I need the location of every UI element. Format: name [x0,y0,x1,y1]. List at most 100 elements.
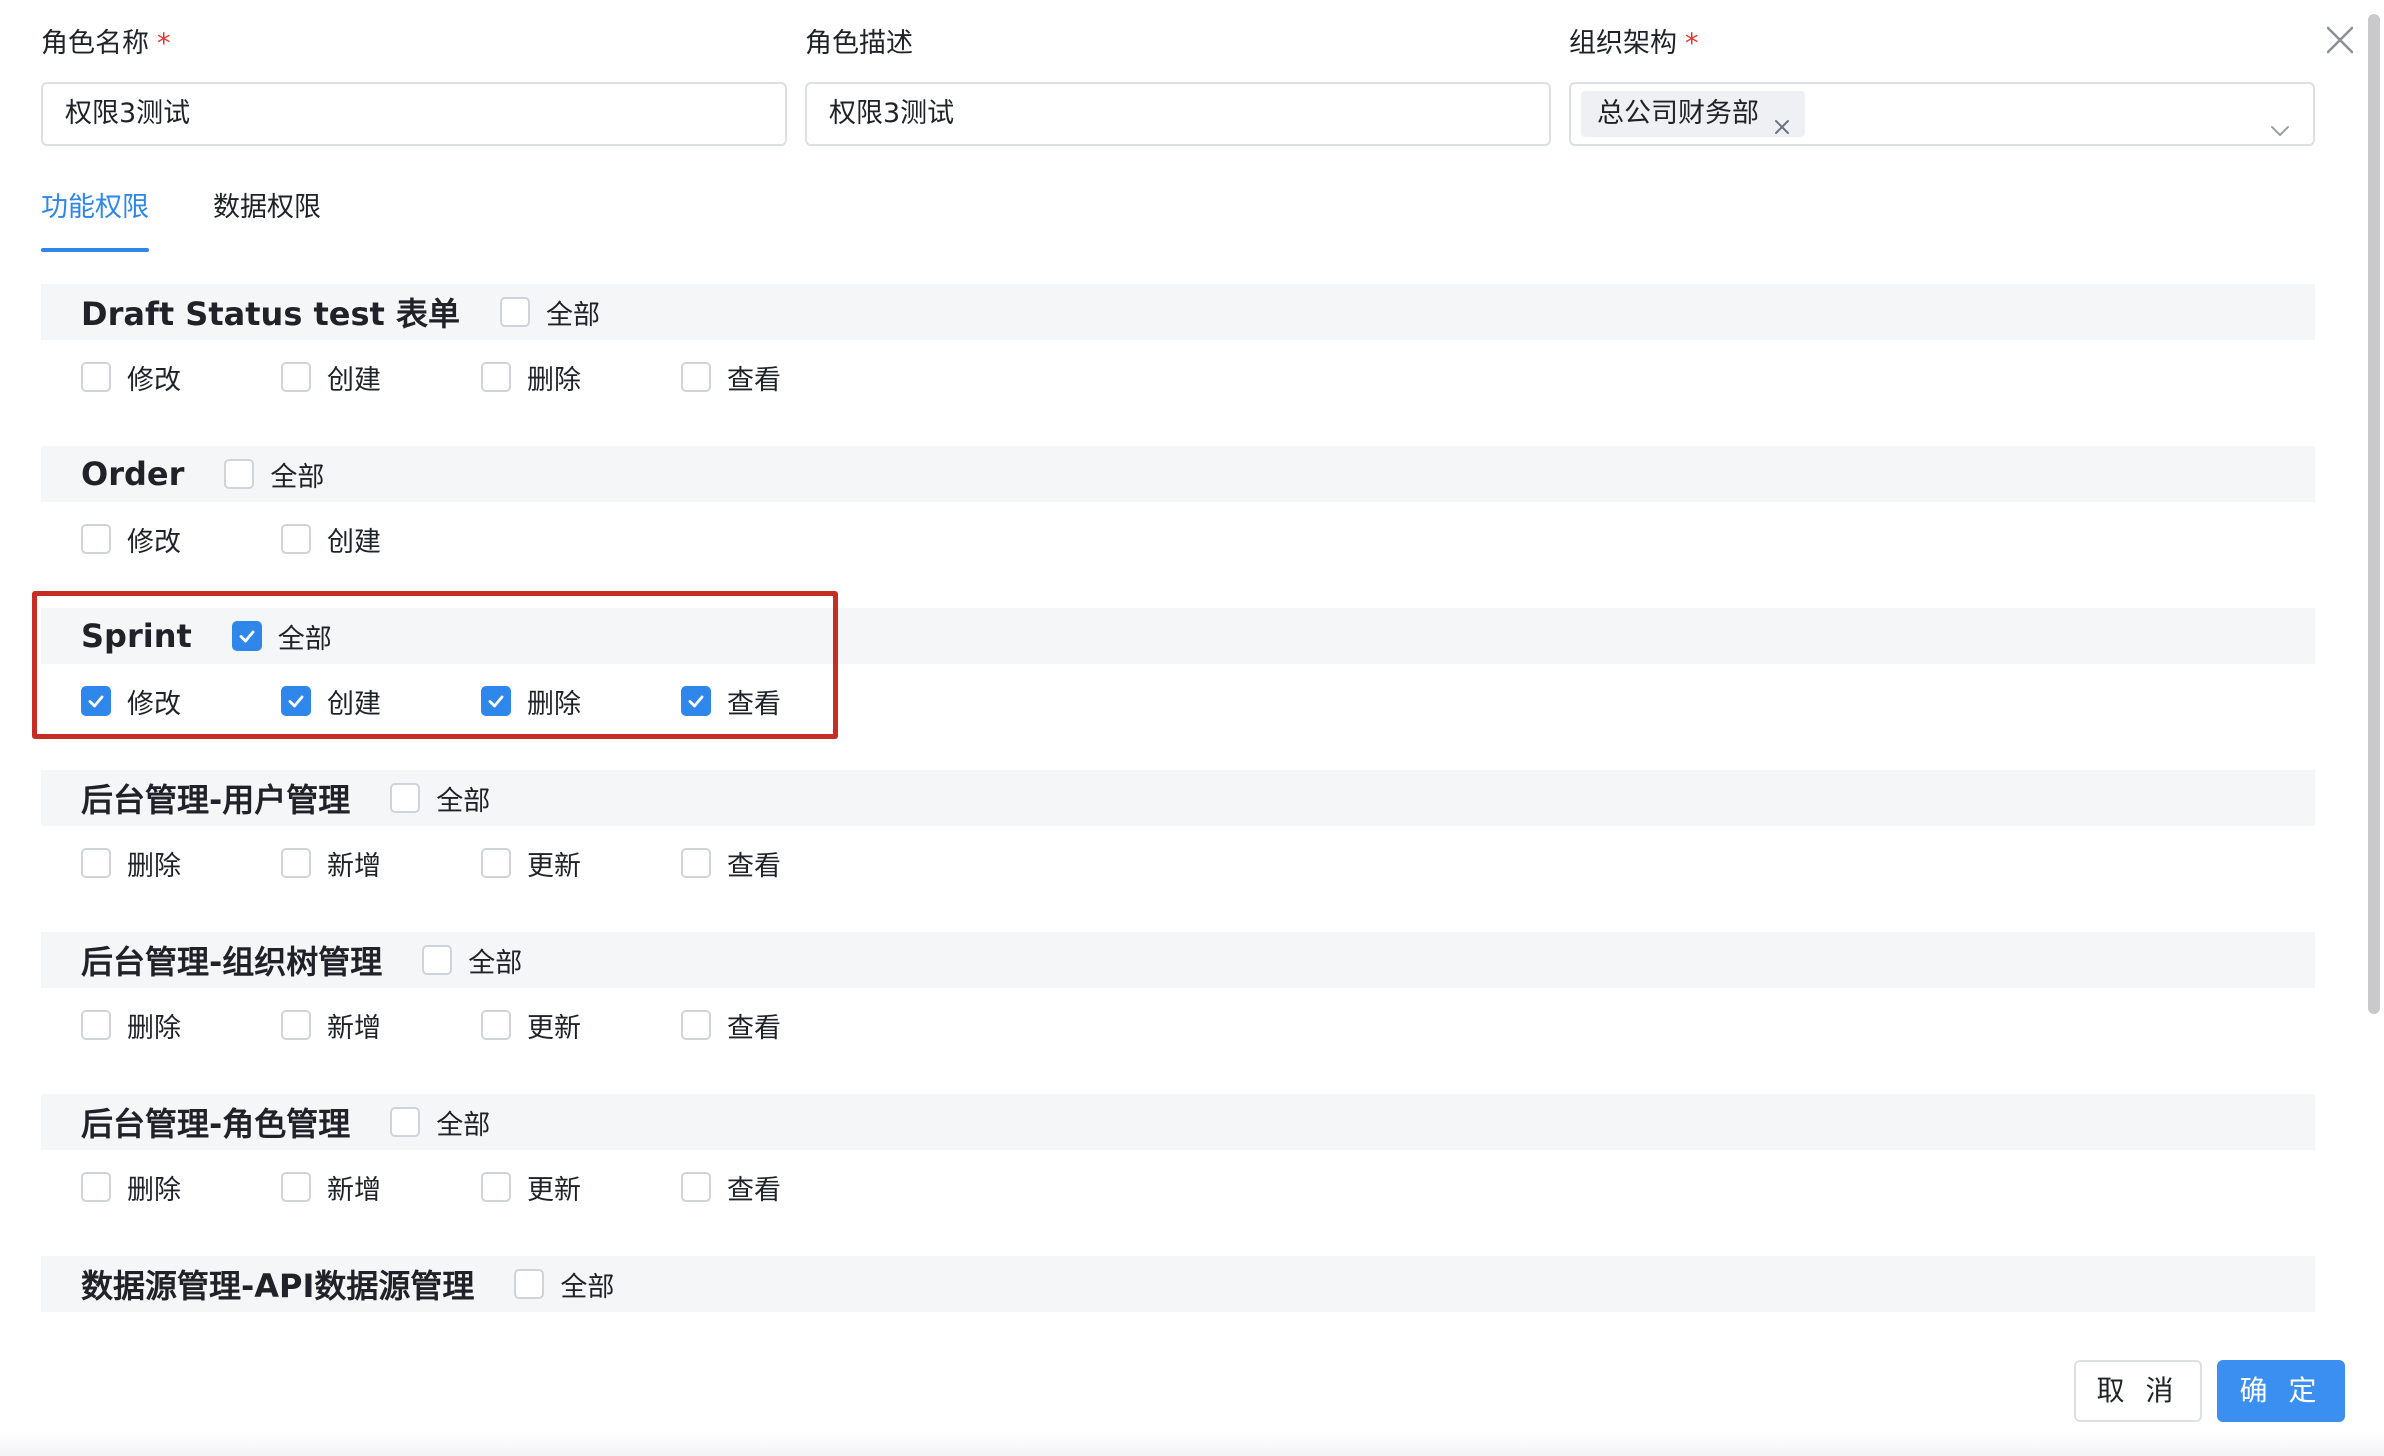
checkbox-unchecked[interactable] [81,1172,111,1202]
permission-options-row [41,1312,2315,1330]
permission-label: 新增 [327,1174,381,1206]
select-all-checkbox[interactable]: 全部 [422,941,522,980]
role-name-label-text: 角色名称 [41,28,149,59]
select-all-label: 全部 [468,947,523,979]
cancel-button[interactable]: 取 消 [2074,1360,2202,1422]
permission-checkbox[interactable]: 更新 [481,1006,681,1045]
role-desc-input[interactable]: 权限3测试 [805,82,1551,146]
checkbox-unchecked[interactable] [681,1172,711,1202]
permission-label: 新增 [327,1012,381,1044]
permission-checkbox[interactable]: 查看 [681,1168,881,1207]
permission-tabs: 功能权限 数据权限 [41,180,321,252]
checkbox-unchecked[interactable] [390,1107,421,1137]
select-all-checkbox[interactable]: 全部 [224,455,324,494]
permission-group: Sprint 全部 修改 创建 删除 查看 [41,608,2315,770]
permission-label: 修改 [127,688,181,720]
checkbox-unchecked[interactable] [81,848,111,878]
permission-options-row: 修改 创建 删除 查看 [41,340,2315,414]
checkbox-unchecked[interactable] [281,524,311,554]
checkbox-unchecked[interactable] [514,1269,545,1299]
permission-checkbox[interactable]: 更新 [481,1168,681,1207]
select-all-checkbox[interactable]: 全部 [231,617,332,656]
permission-label: 更新 [527,1174,581,1206]
org-label-text: 组织架构 [1569,28,1677,59]
permission-checkbox[interactable]: 查看 [681,682,881,721]
checkbox-checked[interactable] [281,686,311,716]
select-all-checkbox[interactable]: 全部 [390,779,490,818]
permission-checkbox[interactable]: 查看 [681,358,881,397]
permission-group-title: 数据源管理-API数据源管理 [81,1267,475,1305]
tab-function-permission[interactable]: 功能权限 [41,180,149,252]
permission-label: 删除 [527,364,581,396]
role-name-input[interactable]: 权限3测试 [41,82,787,146]
org-tag-label: 总公司财务部 [1597,98,1759,129]
org-select[interactable]: 总公司财务部 [1569,82,2315,146]
permission-checkbox[interactable]: 修改 [81,358,281,397]
checkbox-unchecked[interactable] [81,524,111,554]
checkbox-unchecked[interactable] [281,848,311,878]
checkbox-unchecked[interactable] [224,459,255,489]
checkbox-unchecked[interactable] [281,1172,311,1202]
required-mark: * [157,28,171,59]
checkbox-checked[interactable] [81,686,111,716]
confirm-button[interactable]: 确 定 [2217,1360,2345,1422]
permission-label: 修改 [127,364,181,396]
tag-close-icon[interactable] [1773,105,1791,134]
select-all-checkbox[interactable]: 全部 [500,293,600,332]
permission-label: 新增 [327,850,381,882]
tab-data-permission[interactable]: 数据权限 [213,180,321,252]
permission-checkbox[interactable]: 删除 [481,358,681,397]
checkbox-unchecked[interactable] [500,297,530,327]
permission-checkbox[interactable]: 更新 [481,844,681,883]
permission-checkbox[interactable]: 删除 [81,844,281,883]
checkbox-checked[interactable] [231,621,262,651]
permission-group: Draft Status test 表单 全部 修改 创建 删除 查看 [41,284,2315,446]
checkbox-unchecked[interactable] [481,362,511,392]
permission-label: 删除 [127,1012,181,1044]
checkbox-unchecked[interactable] [681,848,711,878]
permission-checkbox[interactable]: 新增 [281,1006,481,1045]
permission-options-row: 删除 新增 更新 查看 [41,1150,2315,1224]
permission-checkbox[interactable]: 修改 [81,682,281,721]
permission-checkbox[interactable]: 创建 [281,682,481,721]
role-name-field: 角色名称 * 权限3测试 [41,24,787,146]
checkbox-unchecked[interactable] [481,848,511,878]
permission-group-list: Draft Status test 表单 全部 修改 创建 删除 查看 Order 全部 修改创… [41,284,2315,1330]
checkbox-unchecked[interactable] [390,783,421,813]
permission-checkbox[interactable]: 新增 [281,844,481,883]
select-all-label: 全部 [546,299,600,331]
permission-checkbox[interactable]: 修改 [81,520,281,559]
close-icon[interactable] [2320,20,2360,60]
permission-group-title: 后台管理-角色管理 [81,1105,351,1143]
checkbox-unchecked[interactable] [681,362,711,392]
permission-checkbox[interactable]: 删除 [81,1168,281,1207]
checkbox-unchecked[interactable] [281,362,311,392]
permission-label: 删除 [127,850,181,882]
permission-checkbox[interactable]: 删除 [81,1006,281,1045]
permission-checkbox[interactable]: 创建 [281,358,481,397]
checkbox-unchecked[interactable] [81,362,111,392]
checkbox-unchecked[interactable] [481,1010,511,1040]
scrollbar-thumb[interactable] [2368,14,2380,1014]
permission-options-row: 修改 创建 [41,502,2315,576]
permission-checkbox[interactable]: 新增 [281,1168,481,1207]
permission-label: 创建 [327,526,381,558]
permission-group-title: Order [81,455,185,493]
select-all-checkbox[interactable]: 全部 [514,1265,614,1304]
chevron-down-icon[interactable] [2269,104,2291,136]
checkbox-checked[interactable] [481,686,511,716]
checkbox-unchecked[interactable] [422,945,453,975]
checkbox-unchecked[interactable] [481,1172,511,1202]
checkbox-unchecked[interactable] [281,1010,311,1040]
permission-checkbox[interactable]: 删除 [481,682,681,721]
permission-checkbox[interactable]: 查看 [681,1006,881,1045]
permission-checkbox[interactable]: 查看 [681,844,881,883]
org-tag: 总公司财务部 [1581,91,1805,137]
checkbox-checked[interactable] [681,686,711,716]
permission-label: 修改 [127,526,181,558]
checkbox-unchecked[interactable] [681,1010,711,1040]
select-all-checkbox[interactable]: 全部 [390,1103,490,1142]
permission-checkbox[interactable]: 创建 [281,520,481,559]
checkbox-unchecked[interactable] [81,1010,111,1040]
permission-label: 查看 [727,364,781,396]
